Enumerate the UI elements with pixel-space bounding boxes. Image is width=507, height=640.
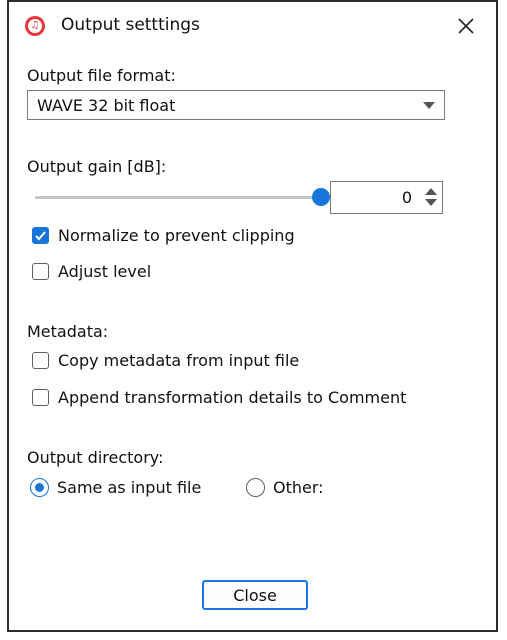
adjust-level-checkbox[interactable]: Adjust level	[32, 262, 151, 281]
copy-metadata-checkbox[interactable]: Copy metadata from input file	[32, 351, 299, 370]
copy-metadata-checkbox-box[interactable]	[32, 352, 49, 369]
output-gain-slider[interactable]	[35, 188, 330, 206]
output-gain-spinbox[interactable]: 0	[330, 181, 443, 214]
spinner-buttons[interactable]	[424, 188, 438, 208]
adjust-level-checkbox-box[interactable]	[32, 263, 49, 280]
spin-down-icon[interactable]	[425, 199, 437, 206]
close-window-button[interactable]	[450, 10, 482, 42]
settings-dialog: ♫ Output setttings Output file format: W…	[7, 0, 498, 632]
spin-up-icon[interactable]	[425, 188, 437, 195]
close-icon	[458, 18, 474, 34]
metadata-label: Metadata:	[27, 322, 109, 341]
output-format-label: Output file format:	[27, 66, 176, 85]
output-directory-label: Output directory:	[27, 448, 164, 467]
chevron-down-icon	[423, 102, 435, 109]
radio-dot	[35, 483, 44, 492]
output-format-value: WAVE 32 bit float	[37, 96, 176, 115]
append-details-checkbox[interactable]: Append transformation details to Comment	[32, 388, 406, 407]
output-gain-label: Output gain [dB]:	[27, 157, 167, 176]
same-as-input-radio[interactable]: Same as input file	[30, 478, 201, 497]
other-directory-label: Other:	[273, 478, 324, 497]
window-title: Output setttings	[61, 15, 200, 35]
music-note-icon: ♫	[25, 16, 45, 36]
slider-thumb[interactable]	[312, 188, 330, 206]
slider-track	[35, 196, 321, 199]
normalize-checkbox-box[interactable]	[32, 227, 49, 244]
output-format-select[interactable]: WAVE 32 bit float	[27, 90, 445, 120]
close-button[interactable]: Close	[202, 580, 308, 610]
append-details-checkbox-box[interactable]	[32, 389, 49, 406]
normalize-checkbox[interactable]: Normalize to prevent clipping	[32, 226, 295, 245]
other-directory-radio[interactable]: Other:	[246, 478, 324, 497]
other-directory-radio-button[interactable]	[246, 478, 265, 497]
same-as-input-radio-button[interactable]	[30, 478, 49, 497]
title-bar: ♫ Output setttings	[9, 2, 496, 50]
append-details-label: Append transformation details to Comment	[58, 388, 407, 407]
adjust-level-label: Adjust level	[58, 262, 152, 281]
normalize-label: Normalize to prevent clipping	[58, 226, 295, 245]
output-gain-value: 0	[401, 188, 412, 207]
checkmark-icon	[35, 231, 46, 241]
copy-metadata-label: Copy metadata from input file	[58, 351, 300, 370]
same-as-input-label: Same as input file	[57, 478, 202, 497]
